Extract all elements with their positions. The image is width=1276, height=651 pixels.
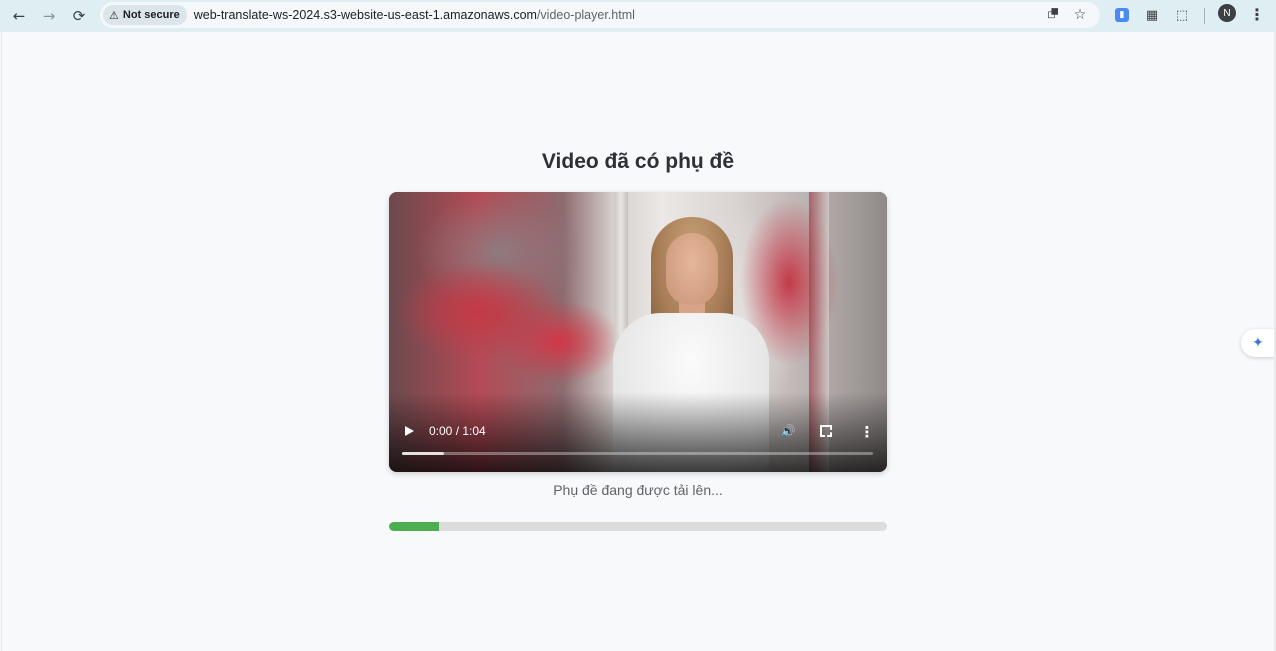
extension-blue-icon[interactable]: ▮ [1115,8,1129,22]
forward-icon[interactable]: → [37,4,61,28]
browser-menu-icon[interactable]: ⋮ [1248,4,1266,24]
url-text[interactable]: web-translate-ws-2024.s3-website-us-east… [194,8,635,22]
video-player[interactable]: 0:00 / 1:04 🔊 ⋮ [389,192,887,472]
extension-qr-icon[interactable]: ▦ [1142,5,1162,25]
security-label: Not secure [122,9,180,21]
volume-icon[interactable]: 🔊 [779,423,797,439]
person-face [666,233,718,305]
toolbar-divider [1204,8,1205,24]
back-icon[interactable]: ← [7,4,31,28]
play-icon[interactable] [401,423,417,439]
profile-avatar[interactable]: N [1218,4,1236,22]
floating-assistant-icon[interactable]: ✦ [1241,329,1275,357]
subtitle-status-text: Phụ đề đang được tải lên... [553,482,723,498]
address-bar[interactable]: ⚠ Not secure web-translate-ws-2024.s3-we… [100,2,1100,28]
seek-bar[interactable] [402,452,873,455]
warning-icon: ⚠ [109,8,119,22]
bookmark-star-icon[interactable]: ☆ [1070,5,1090,25]
url-path: /video-player.html [536,8,635,22]
more-options-icon[interactable]: ⋮ [859,423,875,441]
page-title: Video đã có phụ đề [541,150,735,173]
extensions-puzzle-icon[interactable]: ⬚ [1172,5,1192,25]
seek-bar-played [402,452,445,455]
reload-icon[interactable]: ⟳ [67,4,91,28]
fullscreen-icon[interactable] [819,424,833,438]
time-display: 0:00 / 1:04 [429,424,486,438]
security-chip[interactable]: ⚠ Not secure [103,5,187,25]
upload-progress-fill [389,522,439,531]
browser-toolbar: ← → ⟳ ⚠ Not secure web-translate-ws-2024… [0,0,1276,32]
upload-progress-bar [389,522,887,531]
translate-icon[interactable]: ⮻ [1043,5,1063,25]
url-host: web-translate-ws-2024.s3-website-us-east… [193,8,537,22]
